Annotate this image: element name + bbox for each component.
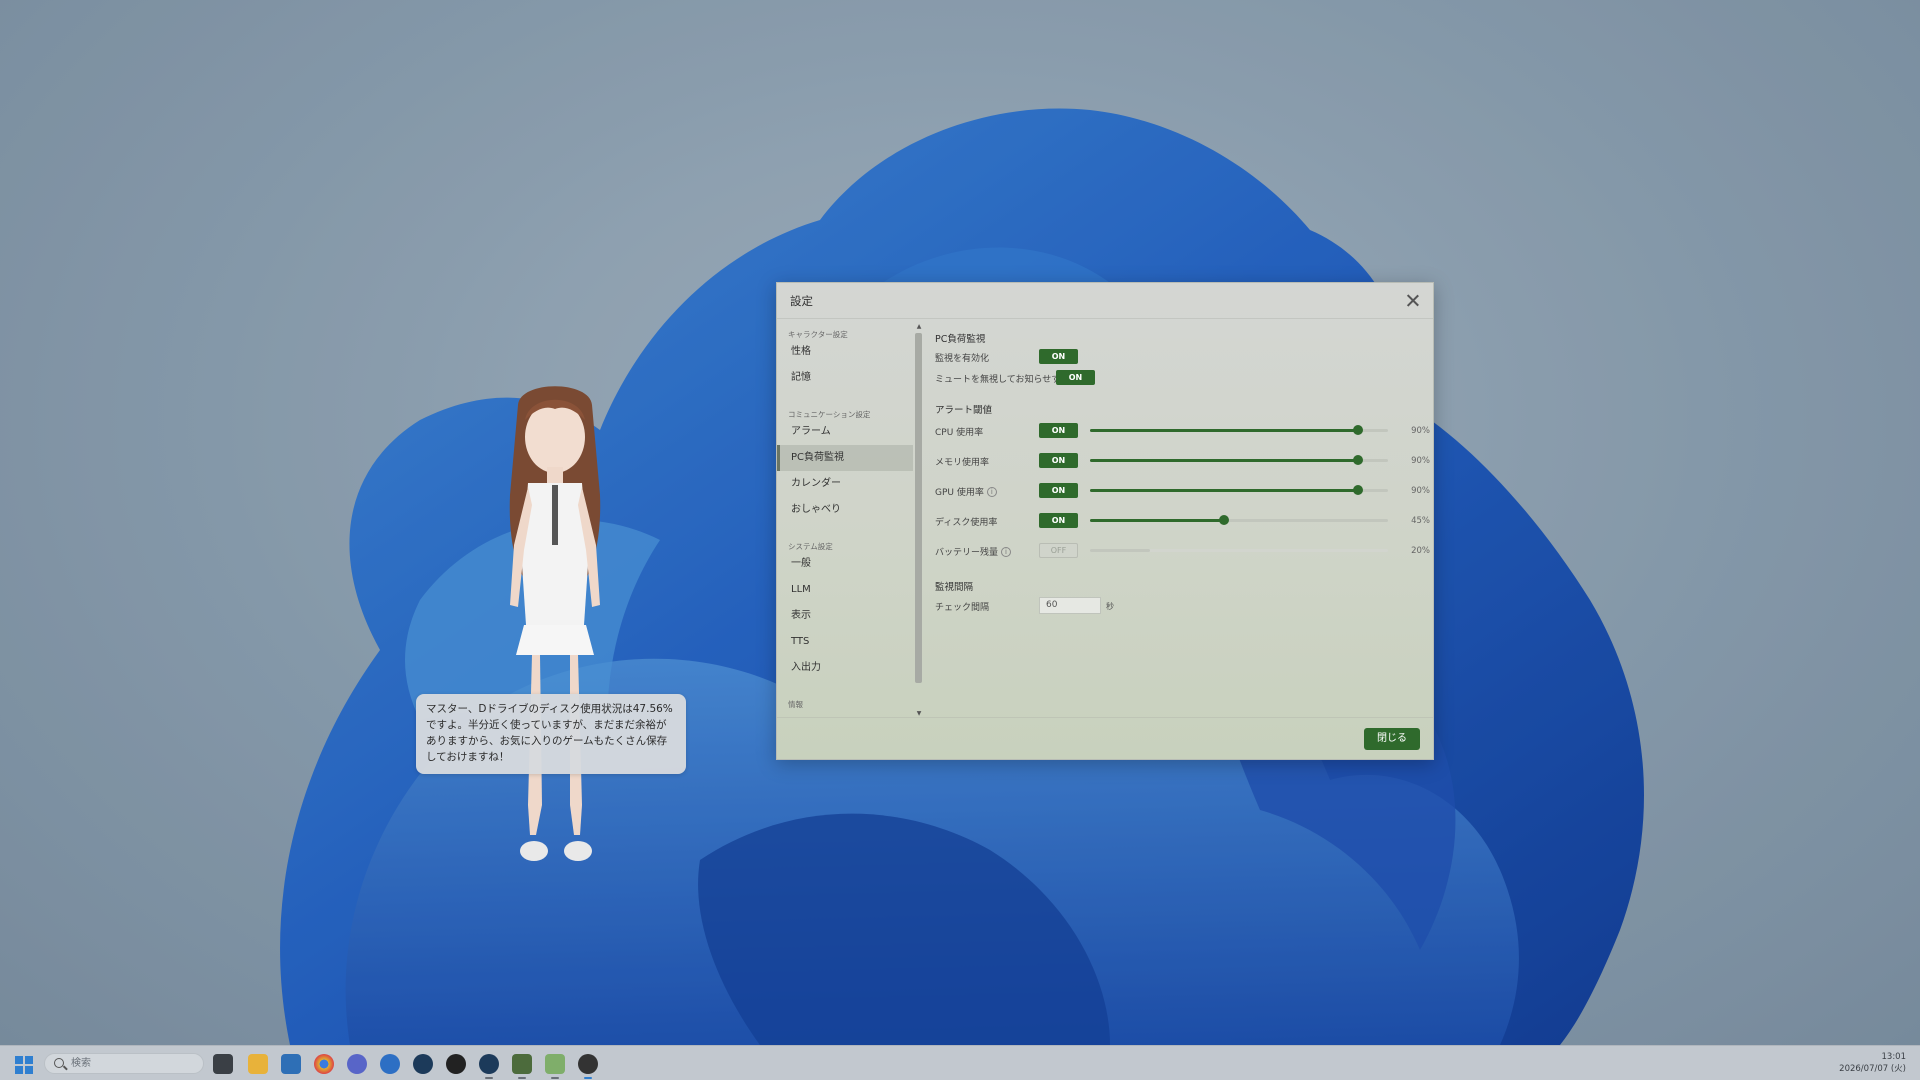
cpu-toggle[interactable]: ON [1039, 423, 1078, 438]
taskbar: 検索 13:01 2026/07/07 (火) [0, 1045, 1920, 1080]
settings-dialog: 設定 キャラクター設定 性格 記憶 コミュニケーション設定 アラーム PC負荷監… [776, 282, 1434, 760]
info-icon[interactable]: i [1001, 547, 1012, 557]
battery-label: バッテリー残量 [935, 548, 999, 558]
memory-threshold-value: 90% [1411, 456, 1430, 466]
windows-start-icon[interactable] [15, 1056, 33, 1074]
clock-date: 2026/07/07 (火) [1839, 1064, 1906, 1074]
check-interval-input[interactable]: 60 [1039, 597, 1101, 614]
steam-icon[interactable] [413, 1054, 433, 1074]
cpu-threshold-slider[interactable] [1090, 423, 1388, 437]
gpu-threshold-slider[interactable] [1090, 483, 1388, 497]
battery-toggle[interactable]: OFF [1039, 543, 1078, 558]
section-title-interval: 監視間隔 [935, 582, 974, 593]
active-indicator [584, 1077, 592, 1079]
slider-thumb[interactable] [1353, 455, 1364, 465]
memory-threshold-slider[interactable] [1090, 453, 1388, 467]
sidebar-scrollbar[interactable]: ▲ ▼ [913, 323, 923, 717]
check-interval-label: チェック間隔 [935, 603, 990, 613]
section-title-pc-monitor: PC負荷監視 [935, 334, 986, 345]
battery-threshold-slider[interactable] [1090, 543, 1388, 557]
character-avatar[interactable] [470, 375, 640, 880]
search-icon [54, 1058, 64, 1068]
discord-icon[interactable] [347, 1054, 367, 1074]
close-icon[interactable] [1403, 291, 1423, 311]
ignore-mute-label: ミュートを無視してお知らせする [935, 375, 1070, 385]
speech-bubble: マスター、Dドライブのディスク使用状況は47.56% ですよ。半分近く使っていま… [416, 694, 686, 774]
inkscape-icon[interactable] [512, 1054, 532, 1074]
slider-thumb[interactable] [1353, 485, 1364, 495]
vrm-app-icon[interactable] [545, 1054, 565, 1074]
sidebar-item-llm[interactable]: LLM [777, 577, 913, 603]
sidebar-item-calendar[interactable]: カレンダー [777, 471, 913, 497]
sidebar-item-general[interactable]: 一般 [777, 551, 913, 577]
clock[interactable]: 13:01 2026/07/07 (火) [1839, 1051, 1906, 1075]
file-explorer-icon[interactable] [248, 1054, 268, 1074]
mascot-app-icon[interactable] [578, 1054, 598, 1074]
settings-content: PC負荷監視 監視を有効化 ON ミュートを無視してお知らせする ON アラート… [935, 319, 1430, 719]
taskbar-search[interactable]: 検索 [44, 1053, 204, 1074]
close-button[interactable]: 閉じる [1364, 728, 1420, 750]
check-interval-unit: 秒 [1106, 602, 1114, 611]
slider-thumb[interactable] [1353, 425, 1364, 435]
running-indicator [485, 1077, 493, 1079]
steam-alt-icon[interactable] [479, 1054, 499, 1074]
disk-usage-label: ディスク使用率 [935, 518, 998, 528]
dialog-footer: 閉じる [777, 717, 1433, 759]
memory-toggle[interactable]: ON [1039, 453, 1078, 468]
running-indicator [551, 1077, 559, 1079]
disk-threshold-slider[interactable] [1090, 513, 1388, 527]
speech-line: ありますから、お気に入りのゲームもたくさん保存 [426, 735, 668, 747]
sidebar-item-personality[interactable]: 性格 [777, 339, 913, 365]
sidebar-item-chat[interactable]: おしゃべり [777, 497, 913, 523]
chrome-icon[interactable] [314, 1054, 334, 1074]
clock-time: 13:01 [1881, 1052, 1907, 1062]
gpu-toggle[interactable]: ON [1039, 483, 1078, 498]
speech-line: ですよ。半分近く使っていますが、まだまだ余裕が [426, 719, 667, 731]
enable-monitor-toggle[interactable]: ON [1039, 349, 1078, 364]
running-indicator [518, 1077, 526, 1079]
cpu-threshold-value: 90% [1411, 426, 1430, 436]
slider-thumb[interactable] [1219, 515, 1230, 525]
sidebar-item-pc-monitor[interactable]: PC負荷監視 [777, 445, 913, 471]
cpu-usage-label: CPU 使用率 [935, 428, 984, 438]
sidebar-item-io[interactable]: 入出力 [777, 655, 913, 681]
speech-line: しておけますね！ [426, 751, 510, 763]
sidebar-item-display[interactable]: 表示 [777, 603, 913, 629]
section-title-thresholds: アラート閾値 [935, 405, 993, 416]
memory-usage-label: メモリ使用率 [935, 458, 990, 468]
battery-threshold-value: 20% [1411, 546, 1430, 556]
speech-line: マスター、Dドライブのディスク使用状況は47.56% [426, 703, 673, 715]
disk-threshold-value: 45% [1411, 516, 1430, 526]
gpu-usage-label: GPU 使用率 [935, 488, 984, 498]
search-placeholder: 検索 [71, 1058, 91, 1069]
dialog-title: 設定 [790, 294, 813, 308]
sidebar-section-info: 情報 [788, 700, 803, 709]
settings-sidebar: キャラクター設定 性格 記憶 コミュニケーション設定 アラーム PC負荷監視 カ… [777, 319, 925, 719]
info-icon[interactable]: i [986, 487, 997, 497]
sidebar-item-alarm[interactable]: アラーム [777, 419, 913, 445]
sidebar-item-tts[interactable]: TTS [777, 629, 913, 655]
scroll-thumb[interactable] [915, 333, 922, 683]
dialog-header: 設定 [777, 283, 1433, 319]
enable-monitor-label: 監視を有効化 [935, 354, 990, 364]
battery-row-label: バッテリー残量 i [935, 545, 1012, 558]
store-icon[interactable] [281, 1054, 301, 1074]
terminal-icon[interactable] [213, 1054, 233, 1074]
firefox-icon[interactable] [380, 1054, 400, 1074]
scroll-up-icon[interactable]: ▲ [915, 323, 923, 330]
ignore-mute-toggle[interactable]: ON [1056, 370, 1095, 385]
gpu-usage-row-label: GPU 使用率 i [935, 485, 997, 498]
sidebar-item-memory[interactable]: 記憶 [777, 365, 913, 391]
gpu-threshold-value: 90% [1411, 486, 1430, 496]
scroll-down-icon[interactable]: ▼ [915, 710, 923, 717]
disk-toggle[interactable]: ON [1039, 513, 1078, 528]
obs-icon[interactable] [446, 1054, 466, 1074]
